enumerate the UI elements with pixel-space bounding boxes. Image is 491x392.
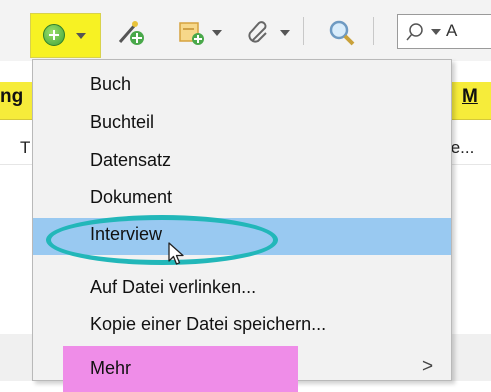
menu-item-mehr[interactable]: Mehr > bbox=[33, 346, 451, 392]
menu-item-auf-datei-verlinken[interactable]: Auf Datei verlinken... bbox=[33, 271, 451, 308]
menu-item-label: Mehr bbox=[90, 358, 132, 378]
menu-item-kopie-speichern[interactable]: Kopie einer Datei speichern... bbox=[33, 308, 451, 345]
menu-item-label: Buchteil bbox=[90, 112, 155, 132]
paperclip-icon[interactable] bbox=[246, 20, 272, 51]
toolbar: A bbox=[0, 0, 491, 61]
chevron-down-icon bbox=[76, 33, 86, 39]
note-plus-icon[interactable] bbox=[178, 20, 206, 51]
menu-item-buchteil[interactable]: Buchteil bbox=[33, 106, 451, 143]
column-header[interactable]: M bbox=[462, 86, 478, 108]
wand-plus-icon[interactable] bbox=[117, 20, 145, 51]
toolbar-separator bbox=[373, 17, 374, 45]
chevron-right-icon: > bbox=[422, 356, 434, 377]
menu-item-label: Buch bbox=[90, 74, 132, 94]
magnifier-icon[interactable] bbox=[328, 19, 356, 52]
chevron-down-icon[interactable] bbox=[280, 30, 290, 36]
menu-item-dokument[interactable]: Dokument bbox=[33, 181, 451, 218]
add-new-menu: Buch Buchteil Datensatz Dokument Intervi… bbox=[32, 59, 452, 392]
toolbar-separator bbox=[303, 17, 304, 45]
search-icon bbox=[405, 22, 425, 47]
menu-item-buch[interactable]: Buch bbox=[33, 68, 451, 105]
menu-item-label: Kopie einer Datei speichern... bbox=[90, 314, 327, 334]
menu-item-interview[interactable]: Interview bbox=[33, 218, 451, 255]
menu-item-label: Datensatz bbox=[90, 150, 172, 170]
search-input[interactable]: A bbox=[397, 14, 491, 49]
menu-item-label: Auf Datei verlinken... bbox=[90, 277, 257, 297]
menu-item-datensatz[interactable]: Datensatz bbox=[33, 144, 451, 181]
chevron-down-icon[interactable] bbox=[212, 30, 222, 36]
mouse-cursor-icon bbox=[168, 242, 186, 271]
menu-item-label: Interview bbox=[90, 224, 163, 244]
add-circle-icon bbox=[43, 24, 65, 46]
chevron-down-icon[interactable] bbox=[431, 29, 441, 35]
menu-item-label: Dokument bbox=[90, 187, 173, 207]
column-header[interactable]: ng bbox=[0, 86, 23, 108]
table-cell: T bbox=[20, 138, 31, 157]
search-text: A bbox=[446, 21, 458, 40]
add-new-button[interactable] bbox=[30, 13, 101, 58]
